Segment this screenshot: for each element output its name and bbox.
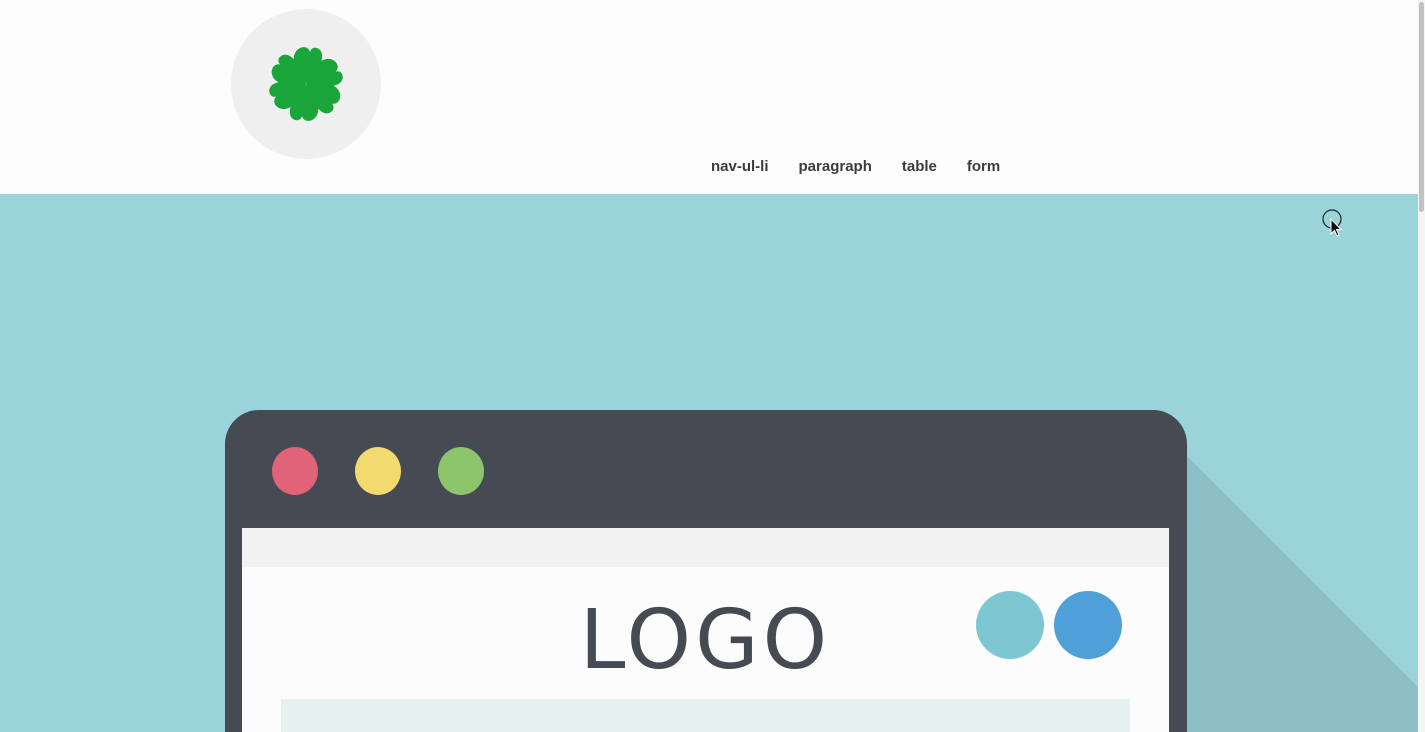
nav-link-nav-ul-li[interactable]: nav-ul-li <box>711 156 769 178</box>
main-nav: nav-ul-li paragraph table form <box>711 156 1030 178</box>
page-scrollbar[interactable] <box>1418 0 1425 732</box>
mouse-cursor-icon <box>1322 209 1343 237</box>
nav-link-table[interactable]: table <box>902 156 937 178</box>
nav-link-form[interactable]: form <box>967 156 1000 178</box>
content-panel <box>281 699 1130 732</box>
site-header: nav-ul-li paragraph table form <box>0 0 1418 194</box>
browser-screen: LOGO <box>242 528 1169 732</box>
nav-link-paragraph[interactable]: paragraph <box>799 156 872 178</box>
hero-section: LOGO <box>0 194 1418 732</box>
blue-circle <box>1054 591 1122 659</box>
site-logo[interactable] <box>231 9 381 159</box>
teal-circle <box>976 591 1044 659</box>
green-dot <box>438 447 484 495</box>
address-bar <box>242 528 1169 567</box>
scrollbar-thumb[interactable] <box>1419 2 1424 212</box>
yellow-dot <box>355 447 401 495</box>
clover-icon <box>269 47 343 121</box>
browser-illustration: LOGO <box>225 410 1187 732</box>
red-dot <box>272 447 318 495</box>
